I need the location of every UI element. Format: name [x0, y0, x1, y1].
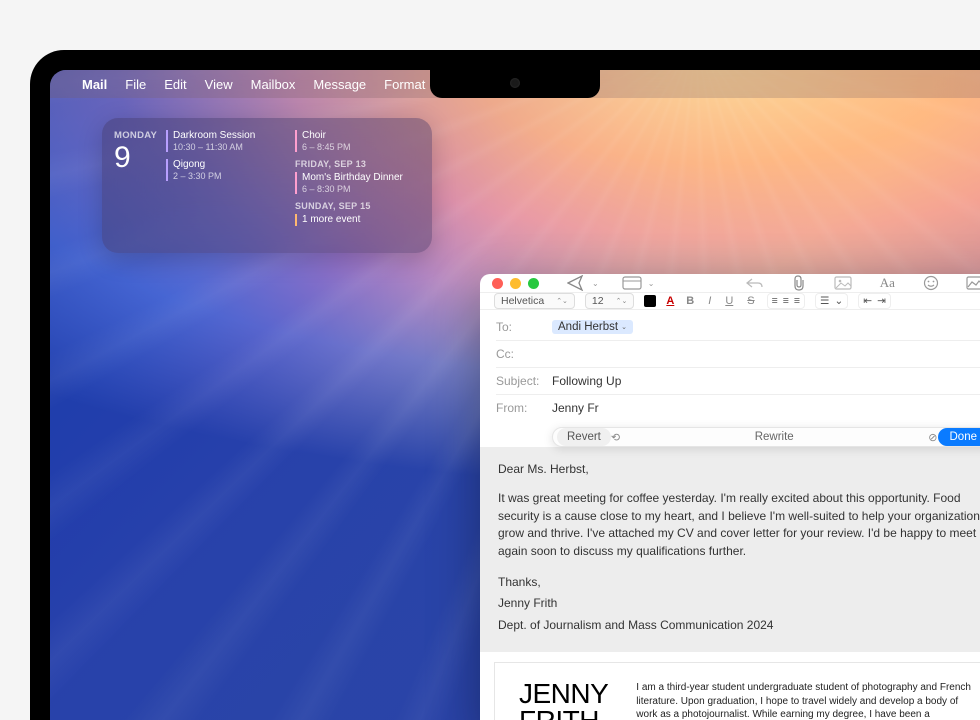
- subject-label: Subject:: [496, 374, 552, 388]
- calendar-widget[interactable]: MONDAY 9 Darkroom Session 10:30 – 11:30 …: [102, 118, 432, 253]
- indent-group: ⇤ ⇥: [858, 293, 891, 309]
- media-icon[interactable]: [964, 274, 980, 292]
- event-qigong[interactable]: Qigong 2 – 3:30 PM: [166, 159, 287, 181]
- widget-col1: Darkroom Session 10:30 – 11:30 AM Qigong…: [162, 130, 291, 241]
- emoji-icon[interactable]: [920, 274, 942, 292]
- rewrite-label: Rewrite: [620, 431, 928, 443]
- outdent-icon[interactable]: ⇤: [863, 295, 872, 307]
- format-bar: Helvetica⌃⌄ 12⌃⌄ A B I U S ≡ ≡ ≡ ☰ ⌄ ⇤: [480, 292, 980, 310]
- widget-day-fri: FRIDAY, SEP 13: [295, 159, 416, 169]
- laptop-bezel: Mail File Edit View Mailbox Message Form…: [30, 50, 980, 720]
- to-row[interactable]: To: Andi Herbst⌄: [496, 314, 980, 341]
- resume-bio: I am a third-year student undergraduate …: [636, 681, 971, 720]
- app-menu[interactable]: Mail: [82, 77, 107, 92]
- close-button[interactable]: [492, 278, 503, 289]
- body-sig-name: Jenny Frith: [498, 595, 980, 612]
- widget-today: MONDAY 9: [114, 130, 162, 241]
- minimize-button[interactable]: [510, 278, 521, 289]
- event-birthday[interactable]: Mom's Birthday Dinner 6 – 8:30 PM: [295, 172, 416, 194]
- from-value: Jenny Fr: [552, 401, 599, 415]
- zoom-button[interactable]: [528, 278, 539, 289]
- titlebar: ⌄ ⌄ Aa ⌄: [480, 274, 980, 292]
- cc-row[interactable]: Cc:: [496, 341, 980, 368]
- body-thanks: Thanks,: [498, 574, 980, 591]
- format-icon[interactable]: Aa: [876, 274, 898, 292]
- resume-attachment[interactable]: JENNY FRITH I am a third-year student un…: [494, 662, 980, 720]
- desktop: Mail File Edit View Mailbox Message Form…: [50, 70, 980, 720]
- size-select[interactable]: 12⌃⌄: [585, 293, 634, 309]
- writing-tools-bar: Revert ⟲ Rewrite ⊘ Done: [552, 427, 980, 447]
- header-options-chevron[interactable]: ⌄: [648, 279, 655, 288]
- resume-name: JENNY FRITH: [519, 681, 608, 720]
- done-button[interactable]: Done: [938, 428, 980, 446]
- bullet-list-icon[interactable]: ☰: [820, 295, 829, 307]
- photo-browser-icon[interactable]: [832, 274, 854, 292]
- strike-button[interactable]: S: [745, 295, 756, 307]
- event-more[interactable]: 1 more event: [295, 214, 416, 226]
- from-label: From:: [496, 401, 552, 415]
- widget-day: 9: [114, 143, 162, 173]
- from-row[interactable]: From: Jenny Fr: [496, 395, 980, 421]
- indent-icon[interactable]: ⇥: [877, 295, 886, 307]
- display-notch: [430, 70, 600, 98]
- align-center-icon[interactable]: ≡: [783, 295, 789, 307]
- menu-file[interactable]: File: [125, 77, 146, 92]
- reply-icon[interactable]: [744, 274, 766, 292]
- widget-day-sun: SUNDAY, SEP 15: [295, 201, 416, 211]
- attach-icon[interactable]: [788, 274, 810, 292]
- event-choir[interactable]: Choir 6 – 8:45 PM: [295, 130, 416, 152]
- color-a-icon[interactable]: A: [666, 295, 674, 307]
- subject-row[interactable]: Subject: Following Up: [496, 368, 980, 395]
- body-sig-dept: Dept. of Journalism and Mass Communicati…: [498, 617, 980, 634]
- traffic-lights: [492, 278, 539, 289]
- send-icon[interactable]: [565, 274, 587, 292]
- menu-view[interactable]: View: [205, 77, 233, 92]
- align-left-icon[interactable]: ≡: [772, 295, 778, 307]
- widget-col2: Choir 6 – 8:45 PM FRIDAY, SEP 13 Mom's B…: [291, 130, 420, 241]
- underline-button[interactable]: U: [723, 295, 735, 307]
- to-label: To:: [496, 320, 552, 334]
- color-swatch[interactable]: [644, 295, 656, 307]
- font-select[interactable]: Helvetica⌃⌄: [494, 293, 575, 309]
- mail-compose-window: ⌄ ⌄ Aa ⌄ Helvetica⌃⌄ 12⌃⌄: [480, 274, 980, 720]
- rewrite-step-icon[interactable]: ⊘: [928, 431, 937, 444]
- cc-label: Cc:: [496, 347, 552, 361]
- menu-format[interactable]: Format: [384, 77, 425, 92]
- message-body[interactable]: Dear Ms. Herbst, It was great meeting fo…: [480, 447, 980, 652]
- widget-dow: MONDAY: [114, 130, 162, 141]
- menu-message[interactable]: Message: [313, 77, 366, 92]
- align-right-icon[interactable]: ≡: [794, 295, 800, 307]
- list-group: ☰ ⌄: [815, 293, 848, 309]
- menu-edit[interactable]: Edit: [164, 77, 186, 92]
- body-greeting: Dear Ms. Herbst,: [498, 461, 980, 478]
- bold-button[interactable]: B: [684, 295, 696, 307]
- to-recipient-pill[interactable]: Andi Herbst⌄: [552, 320, 633, 334]
- revert-button[interactable]: Revert: [557, 428, 611, 446]
- event-darkroom[interactable]: Darkroom Session 10:30 – 11:30 AM: [166, 130, 287, 152]
- revert-step-icon[interactable]: ⟲: [611, 431, 620, 444]
- subject-value: Following Up: [552, 374, 621, 388]
- mail-headers: To: Andi Herbst⌄ Cc: Subject: Following …: [480, 310, 980, 421]
- italic-button[interactable]: I: [706, 295, 713, 307]
- header-fields-icon[interactable]: [621, 274, 643, 292]
- align-group: ≡ ≡ ≡: [767, 293, 805, 309]
- send-options-chevron[interactable]: ⌄: [592, 279, 599, 288]
- body-paragraph: It was great meeting for coffee yesterda…: [498, 490, 980, 560]
- menu-mailbox[interactable]: Mailbox: [251, 77, 296, 92]
